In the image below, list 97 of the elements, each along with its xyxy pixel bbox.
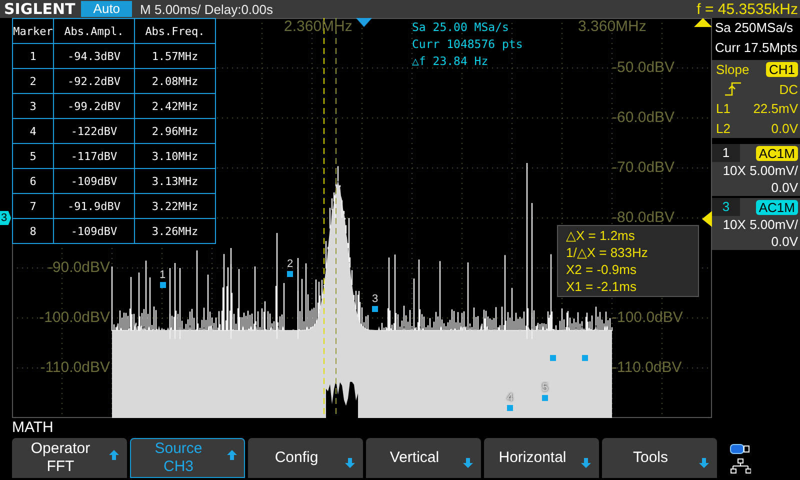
down-arrow-icon [344,457,356,469]
amplitude-axis-label: -110.0dBV [612,360,682,376]
channel-number: 3 [712,198,740,216]
table-cell: 2.42MHz [134,94,216,118]
table-cell: -99.2dBV [54,94,134,118]
coupling-badge: AC1M [756,200,798,214]
amplitude-axis-label: -90.0dBV [47,260,110,276]
amplitude-axis-label: -100.0dBV [39,310,110,326]
table-cell: -117dBV [54,144,134,168]
channel-panel[interactable]: 1 AC1M 10X 5.00mV/ 0.0V [712,144,800,196]
rising-edge-icon [724,82,742,96]
amplitude-axis-label: -70.0dBV [612,160,675,176]
softkey-button[interactable]: Config [248,438,363,478]
table-cell: 3.22MHz [134,194,216,218]
marker-point-icon [160,282,166,288]
table-cell: 1.57MHz [134,44,216,68]
table-cell: 3.10MHz [134,144,216,168]
cursor-readout-text: 1/△X = 833Hz [566,244,649,261]
fft-info-text: Sa 25.00 MSa/s [412,20,510,34]
table-cell: 1 [12,44,54,68]
marker-point-icon [372,306,378,312]
table-cell: 8 [12,218,54,244]
coupling-text: DC [779,82,798,97]
table-cell: 3.26MHz [134,218,216,244]
fft-info-text: △f 23.84 Hz [412,54,490,68]
memory-depth-text: Curr 17.5Mpts [714,39,798,57]
up-arrow-icon [108,449,120,461]
menu-title: MATH [11,418,54,438]
table-cell: 2 [12,68,54,94]
amplitude-axis-label: -110.0dBV [40,360,110,376]
softkey-button[interactable]: Source CH3 [130,438,245,478]
softkey-button[interactable]: Operator FFT [12,438,127,478]
softkey-button[interactable]: Horizontal [484,438,599,478]
fft-info-text: Curr 1048576 pts [412,37,523,51]
table-cell: -94.3dBV [54,44,134,68]
softkey-button[interactable]: Tools [602,438,717,478]
coupling-badge: AC1M [756,146,798,160]
level-value: 0.0V [771,120,798,136]
slope-label: Slope [716,62,750,78]
usb-device-icon[interactable] [730,444,750,454]
table-header-cell: Abs.Freq. [134,18,216,44]
table-cell: 2.96MHz [134,118,216,144]
marker-point-icon [507,405,513,411]
marker-point-icon [287,271,293,277]
network-icon[interactable] [729,458,751,474]
level-name: L1 [716,101,730,116]
sample-rate-text: Sa 250MSa/s [714,19,794,37]
marker-point-icon [582,355,588,361]
down-arrow-icon [580,457,592,469]
table-cell: 3.13MHz [134,168,216,194]
table-cell: -109dBV [54,218,134,244]
amplitude-axis-label: -80.0dBV [612,210,675,226]
cursor-readout-text: X1 = -2.1ms [566,278,638,295]
trigger-mode: Auto [81,1,132,17]
level-value: 22.5mV [753,101,798,116]
channel-offset-text: 0.0V [770,179,799,196]
table-cell: 4 [12,118,54,144]
channel-offset-marker[interactable]: 3 [0,211,12,225]
channel-scale-text: 10X 5.00mV/ [722,162,799,179]
down-arrow-icon [462,457,474,469]
table-cell: 2.08MHz [134,68,216,94]
table-cell: 7 [12,194,54,218]
channel-offset-text: 0.0V [770,233,799,250]
cursor-readout-text: △X = 1.2ms [566,227,636,244]
frequency-axis-label: 2.360MHz [284,19,352,35]
softkey-button[interactable]: Vertical [366,438,481,478]
table-header-cell: Abs.Ampl. [54,18,134,44]
table-header-cell: Marker [12,18,54,44]
trigger-panel[interactable]: Slope CH1 DC L1 22.5mV L2 0.0V [712,60,800,138]
table-cell: 3 [12,94,54,118]
channel-scale-text: 10X 5.00mV/ [722,216,799,233]
table-cell: -92.2dBV [54,68,134,94]
trigger-source-badge: CH1 [766,62,798,78]
marker-number: 5 [542,383,548,394]
table-cell: -122dBV [54,118,134,144]
frequency-readout: f = 45.3535kHz [696,0,799,18]
timebase-readout: M 5.00ms/ Delay:0.00s [140,2,274,16]
table-cell: 5 [12,144,54,168]
table-cell: -91.9dBV [54,194,134,218]
amplitude-axis-label: -60.0dBV [612,110,675,126]
table-cell: -109dBV [54,168,134,194]
down-arrow-icon [698,457,710,469]
marker-number: 2 [287,259,294,270]
frequency-axis-label: 3.360MHz [578,19,646,35]
cursor-readout-text: X2 = -0.9ms [566,261,638,278]
table-cell: 6 [12,168,54,194]
up-arrow-icon [226,449,238,461]
marker-number: 1 [160,270,166,280]
marker-point-icon [542,395,548,401]
brand-logo: SIGLENT [3,0,76,18]
marker-number: 3 [372,294,378,305]
channel-number: 1 [712,144,740,162]
marker-number: 4 [507,393,514,404]
channel-panel[interactable]: 3 AC1M 10X 5.00mV/ 0.0V [712,198,800,250]
amplitude-axis-label: -100.0dBV [612,310,683,326]
level-name: L2 [716,120,730,136]
amplitude-axis-label: -50.0dBV [612,60,675,76]
